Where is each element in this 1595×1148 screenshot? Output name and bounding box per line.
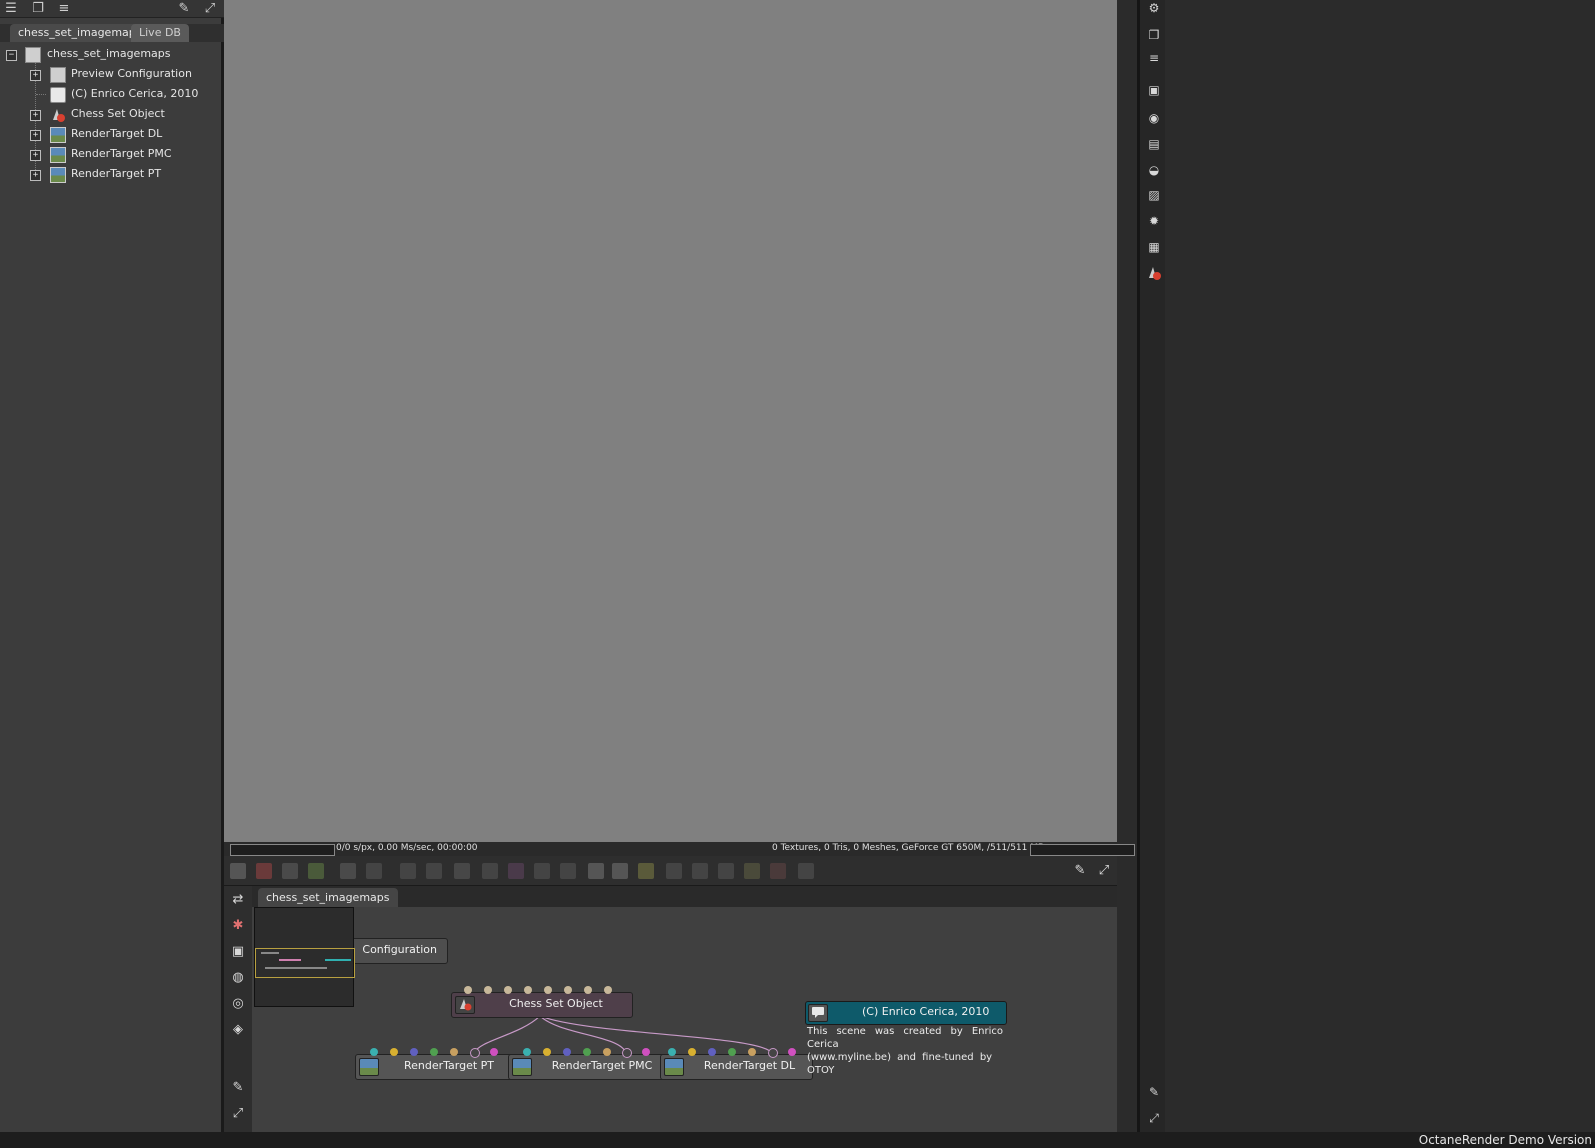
layers-icon[interactable]: ❐ — [1146, 27, 1162, 43]
render-target-icon — [512, 1058, 532, 1076]
render-target-icon — [664, 1058, 684, 1076]
node-rendertarget-pt[interactable]: RenderTarget PT — [355, 1054, 517, 1080]
node-connections — [473, 1015, 773, 1054]
geometry-object-icon — [455, 996, 475, 1014]
geometry-object-icon[interactable] — [1146, 265, 1162, 281]
texture-icon[interactable]: ▦ — [1146, 239, 1162, 255]
node-label: Chess Set Object — [509, 997, 603, 1010]
maximize-icon[interactable]: ⤢ — [1146, 1110, 1162, 1126]
right-toolbar: ⚙ ❐ ≡ ▣ ◉ ▤ ◒ ▨ ✹ ▦ ✎ ⤢ — [1137, 0, 1165, 1132]
node-rendertarget-dl[interactable]: RenderTarget DL — [660, 1054, 813, 1080]
render-target-icon — [359, 1058, 379, 1076]
comment-title: (C) Enrico Cerica, 2010 — [862, 1005, 990, 1018]
node-label: RenderTarget PT — [403, 1059, 495, 1072]
wrench-icon[interactable]: ✎ — [1146, 1084, 1162, 1100]
comment-text: This scene was created by Enrico Cerica … — [807, 1025, 1003, 1077]
render-settings-icon[interactable]: ⚙ — [1146, 0, 1162, 16]
node-rendertarget-pmc[interactable]: RenderTarget PMC — [508, 1054, 670, 1080]
comment-line: This scene was created by Enrico Cerica — [807, 1026, 1003, 1050]
node-comment[interactable]: (C) Enrico Cerica, 2010 — [805, 1001, 1007, 1025]
comment-line: OTOY — [807, 1065, 835, 1076]
picture-icon[interactable]: ▨ — [1146, 187, 1162, 203]
node-chess-set-object[interactable]: Chess Set Object — [451, 992, 633, 1018]
image-icon[interactable]: ▣ — [1146, 82, 1162, 98]
status-footer: OctaneRender Demo Version — [0, 1132, 1595, 1148]
environment-icon[interactable]: ◒ — [1146, 162, 1162, 178]
node-preview-configuration[interactable]: Configuration — [340, 938, 448, 964]
list-icon[interactable]: ≡ — [1146, 50, 1162, 66]
camera-icon[interactable]: ◉ — [1146, 110, 1162, 126]
comment-icon — [808, 1004, 828, 1022]
light-icon[interactable]: ✹ — [1146, 213, 1162, 229]
node-label: RenderTarget DL — [703, 1059, 796, 1072]
film-icon[interactable]: ▤ — [1146, 136, 1162, 152]
comment-line: (www.myline.be) and fine-tuned by — [807, 1052, 993, 1063]
node-label: RenderTarget PMC — [551, 1059, 653, 1072]
demo-version-label: OctaneRender Demo Version — [1418, 1133, 1592, 1147]
graph-minimap[interactable] — [254, 907, 355, 1007]
